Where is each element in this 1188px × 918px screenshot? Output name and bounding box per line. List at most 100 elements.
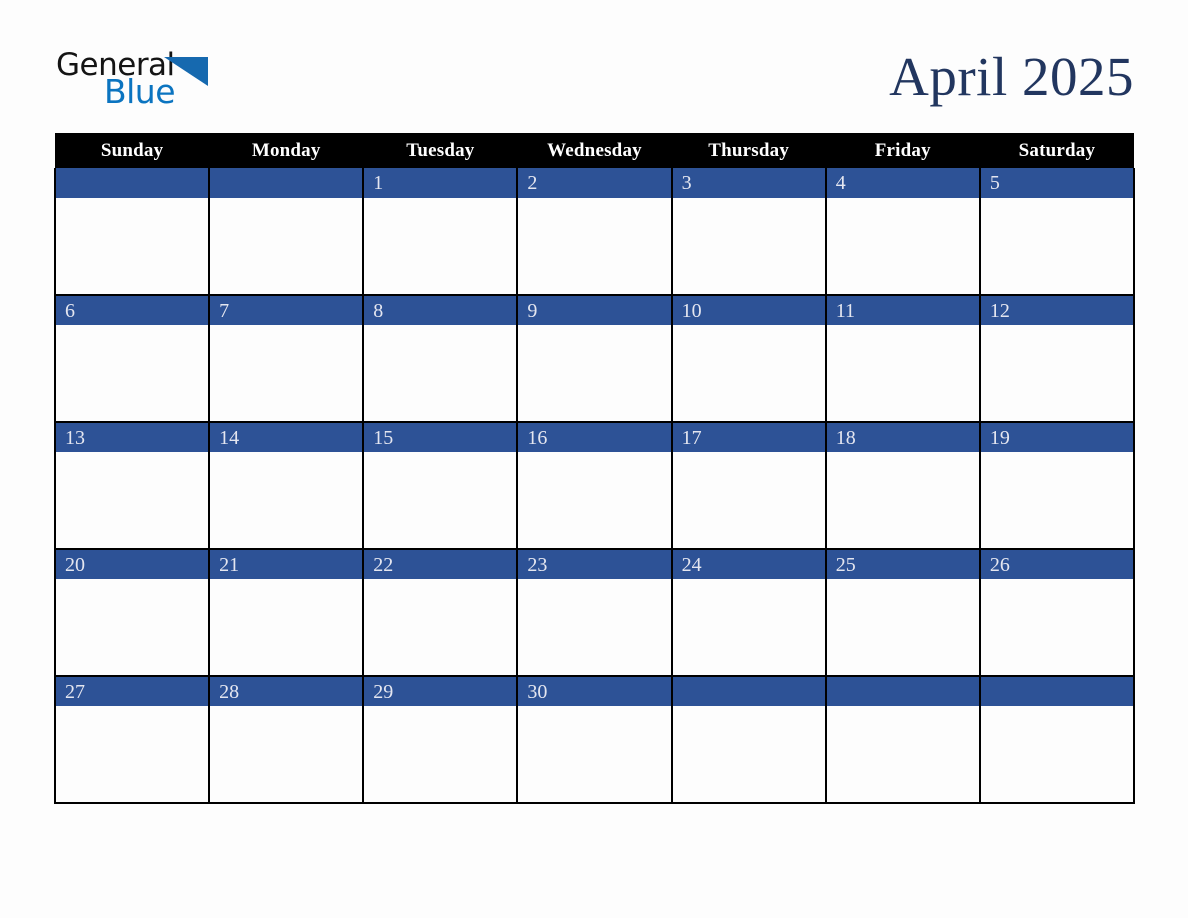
day-event-cell[interactable] [208, 198, 365, 296]
date-cell-header[interactable]: 8 [362, 295, 519, 325]
day-event-cell[interactable] [516, 579, 673, 677]
day-event-cell[interactable] [516, 452, 673, 550]
day-event-cell[interactable] [362, 579, 519, 677]
weekday-header-row: Sunday Monday Tuesday Wednesday Thursday… [55, 133, 1134, 168]
date-cell-header[interactable]: 11 [824, 295, 981, 325]
date-cell-header[interactable] [824, 676, 981, 706]
weekday-header-monday: Monday [209, 133, 364, 168]
date-cell-header[interactable]: 25 [824, 549, 981, 579]
date-cell-header[interactable]: 3 [670, 168, 827, 198]
day-event-cell[interactable] [516, 198, 673, 296]
date-cell-header[interactable]: 12 [978, 295, 1136, 325]
date-number: 16 [527, 426, 548, 449]
date-number: 26 [989, 553, 1010, 576]
day-event-cell[interactable] [670, 325, 827, 423]
date-number: 8 [373, 299, 384, 322]
date-number-row: 13 14 15 16 17 18 19 [53, 422, 1136, 452]
date-number-row: 20 21 22 23 24 25 26 [53, 549, 1136, 579]
date-cell-header[interactable]: 27 [53, 676, 211, 706]
date-cell-header[interactable]: 26 [978, 549, 1136, 579]
day-event-cell[interactable] [208, 452, 365, 550]
date-number: 7 [219, 299, 230, 322]
day-event-cell[interactable] [516, 706, 673, 804]
date-number: 6 [65, 299, 75, 322]
triangle-flag-icon [160, 57, 208, 87]
date-cell-header[interactable]: 16 [516, 422, 673, 452]
date-number: 13 [65, 426, 85, 449]
date-cell-header[interactable]: 4 [824, 168, 981, 198]
day-event-cell[interactable] [978, 452, 1136, 550]
weekday-header-sunday: Sunday [55, 133, 210, 168]
event-area-row [53, 706, 1136, 804]
day-event-cell[interactable] [362, 706, 519, 804]
date-cell-header[interactable]: 18 [824, 422, 981, 452]
date-cell-header[interactable]: 5 [978, 168, 1136, 198]
date-cell-header[interactable] [670, 676, 827, 706]
date-cell-header[interactable]: 2 [516, 168, 673, 198]
brand-logo: General Blue [56, 48, 296, 110]
day-event-cell[interactable] [824, 452, 981, 550]
day-event-cell[interactable] [53, 579, 211, 677]
weekday-header-friday: Friday [825, 133, 980, 168]
date-cell-header[interactable]: 28 [208, 676, 365, 706]
date-cell-header[interactable]: 22 [362, 549, 519, 579]
date-cell-header[interactable] [53, 168, 211, 198]
weekday-header-thursday: Thursday [671, 133, 826, 168]
day-event-cell[interactable] [824, 198, 981, 296]
date-cell-header[interactable] [978, 676, 1136, 706]
day-event-cell[interactable] [53, 706, 211, 804]
day-event-cell[interactable] [670, 198, 827, 296]
day-event-cell[interactable] [53, 325, 211, 423]
date-number: 11 [835, 299, 855, 322]
date-cell-header[interactable]: 9 [516, 295, 673, 325]
date-number: 4 [835, 172, 846, 194]
day-event-cell[interactable] [824, 325, 981, 423]
date-cell-header[interactable]: 23 [516, 549, 673, 579]
date-cell-header[interactable]: 24 [670, 549, 827, 579]
month-calendar-grid: Sunday Monday Tuesday Wednesday Thursday… [53, 133, 1136, 804]
date-cell-header[interactable]: 10 [670, 295, 827, 325]
day-event-cell[interactable] [978, 198, 1136, 296]
day-event-cell[interactable] [362, 198, 519, 296]
date-cell-header[interactable]: 1 [362, 168, 519, 198]
day-event-cell[interactable] [824, 706, 981, 804]
day-event-cell[interactable] [978, 325, 1136, 423]
day-event-cell[interactable] [978, 706, 1136, 804]
date-number: 22 [373, 553, 394, 576]
day-event-cell[interactable] [670, 706, 827, 804]
date-number: 15 [373, 426, 394, 449]
page-title: April 2025 [889, 46, 1134, 107]
day-event-cell[interactable] [208, 325, 365, 423]
date-number: 20 [65, 553, 85, 576]
weekday-header-wednesday: Wednesday [517, 133, 672, 168]
day-event-cell[interactable] [362, 452, 519, 550]
date-cell-header[interactable]: 7 [208, 295, 365, 325]
date-cell-header[interactable]: 17 [670, 422, 827, 452]
day-event-cell[interactable] [53, 198, 211, 296]
date-number: 29 [373, 680, 394, 703]
day-event-cell[interactable] [53, 452, 211, 550]
date-cell-header[interactable]: 15 [362, 422, 519, 452]
day-event-cell[interactable] [978, 579, 1136, 677]
date-number: 30 [527, 680, 548, 703]
day-event-cell[interactable] [670, 579, 827, 677]
date-cell-header[interactable] [208, 168, 365, 198]
day-event-cell[interactable] [208, 706, 365, 804]
date-cell-header[interactable]: 6 [53, 295, 211, 325]
calendar-body: 1 2 3 4 5 6 7 8 9 10 11 12 13 14 15 16 1… [53, 168, 1136, 804]
date-cell-header[interactable]: 21 [208, 549, 365, 579]
weekday-header-tuesday: Tuesday [363, 133, 518, 168]
day-event-cell[interactable] [824, 579, 981, 677]
date-cell-header[interactable]: 20 [53, 549, 211, 579]
day-event-cell[interactable] [362, 325, 519, 423]
date-cell-header[interactable]: 19 [978, 422, 1136, 452]
date-cell-header[interactable]: 29 [362, 676, 519, 706]
day-event-cell[interactable] [208, 579, 365, 677]
day-event-cell[interactable] [516, 325, 673, 423]
day-event-cell[interactable] [670, 452, 827, 550]
date-cell-header[interactable]: 14 [208, 422, 365, 452]
date-cell-header[interactable]: 13 [53, 422, 211, 452]
calendar-header: Sunday Monday Tuesday Wednesday Thursday… [55, 133, 1134, 168]
date-number: 14 [219, 426, 240, 449]
date-cell-header[interactable]: 30 [516, 676, 673, 706]
